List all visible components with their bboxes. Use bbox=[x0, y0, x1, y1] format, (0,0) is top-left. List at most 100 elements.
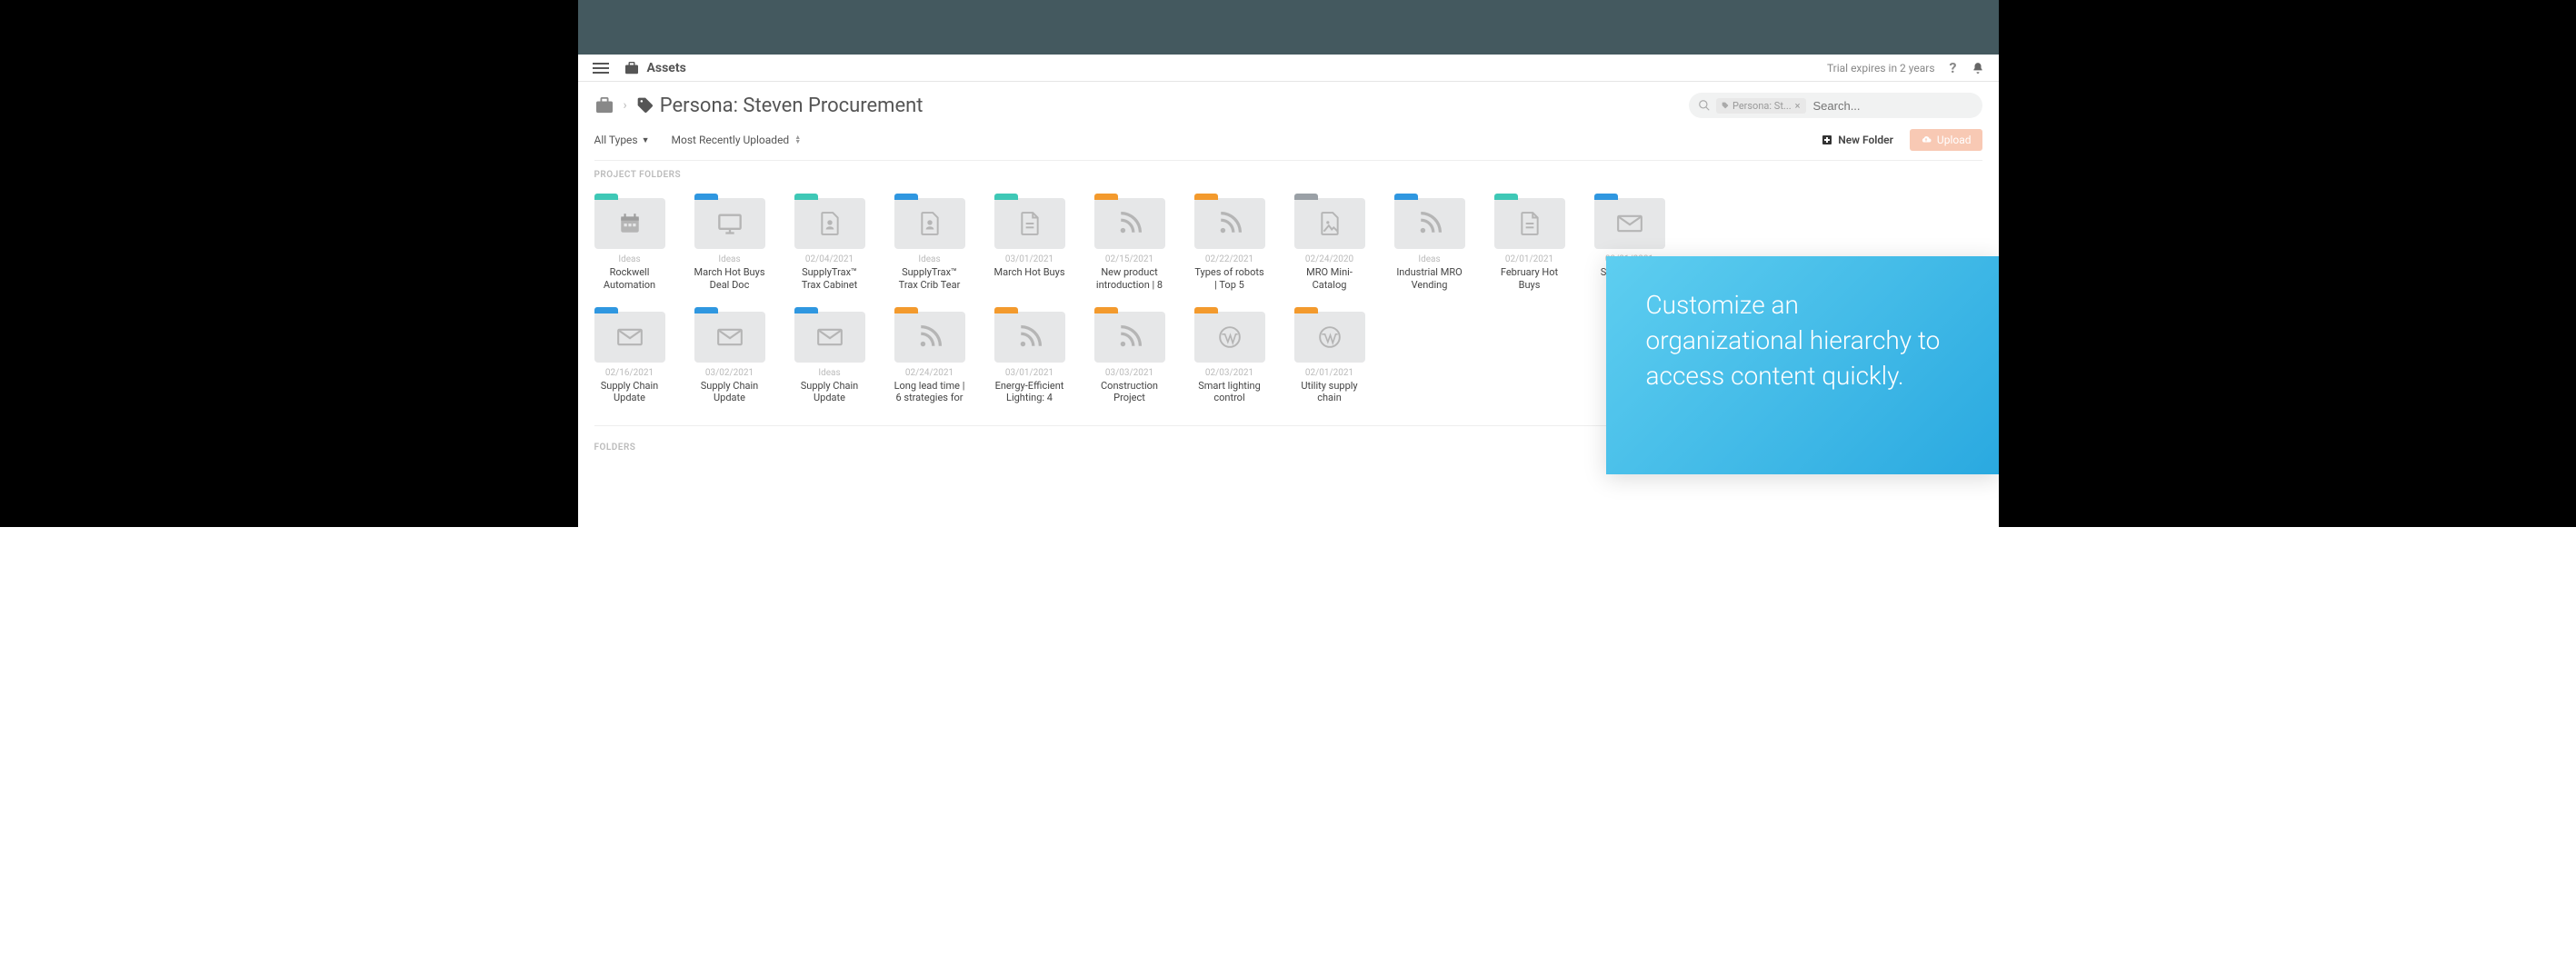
folder-card[interactable]: 02/24/2021Long lead time | 6 strategies … bbox=[894, 312, 965, 405]
wp-icon bbox=[1318, 325, 1342, 349]
folder-title: Construction Project bbox=[1094, 380, 1165, 405]
folder-meta: 03/01/2021 bbox=[994, 254, 1065, 264]
folder-tab bbox=[594, 307, 618, 313]
folder-tab bbox=[994, 307, 1018, 313]
page-app-title: Assets bbox=[647, 61, 686, 75]
folder-card[interactable]: Ideas March Hot Buys Deal Doc bbox=[694, 198, 765, 292]
folder-title: New product introduction | 8 bbox=[1094, 266, 1165, 292]
folder-icon bbox=[1194, 312, 1265, 363]
folder-card[interactable]: 03/02/2021 Supply Chain Update bbox=[694, 312, 765, 405]
chip-close-icon[interactable]: × bbox=[1795, 100, 1801, 112]
doc-user-icon bbox=[920, 212, 940, 235]
folder-icon bbox=[794, 312, 865, 363]
folder-icon bbox=[1194, 198, 1265, 249]
filter-bar: All Types ▼ Most Recently Uploaded ▲▼ Ne… bbox=[578, 125, 1999, 160]
folder-meta: 02/22/2021 bbox=[1194, 254, 1265, 264]
folder-tab bbox=[1494, 194, 1518, 200]
rss-icon bbox=[1418, 212, 1442, 235]
folder-icon bbox=[994, 312, 1065, 363]
folder-meta: 02/15/2021 bbox=[1094, 254, 1165, 264]
folder-icon bbox=[1594, 198, 1665, 249]
folder-card[interactable]: 03/01/2021March Hot Buys bbox=[994, 198, 1065, 292]
sort-icon: ▲▼ bbox=[794, 135, 801, 144]
folder-title: Utility supply chain bbox=[1294, 380, 1365, 405]
folder-card[interactable]: IdeasSupply Chain Update bbox=[794, 312, 865, 405]
folder-icon bbox=[1394, 198, 1465, 249]
rss-icon bbox=[1118, 212, 1142, 235]
folder-meta: Ideas bbox=[694, 254, 765, 264]
folder-meta: 02/24/2020 bbox=[1294, 254, 1365, 264]
search-input[interactable] bbox=[1813, 99, 1973, 113]
folder-tab bbox=[1294, 307, 1318, 313]
folder-icon bbox=[1294, 198, 1365, 249]
folder-title: March Hot Buys Deal Doc bbox=[694, 266, 765, 292]
rss-icon bbox=[1018, 325, 1042, 349]
doc-icon bbox=[1020, 212, 1040, 235]
folder-tab bbox=[794, 307, 818, 313]
project-folders-label: PROJECT FOLDERS bbox=[578, 164, 1999, 189]
folder-icon bbox=[1094, 198, 1165, 249]
folder-meta: 02/01/2021 bbox=[1294, 368, 1365, 378]
folder-card[interactable]: 02/01/2021 Utility supply chain bbox=[1294, 312, 1365, 405]
folder-card[interactable]: 02/24/2020MRO Mini-Catalog bbox=[1294, 198, 1365, 292]
search-bar[interactable]: Persona: St... × bbox=[1689, 93, 1982, 118]
tag-icon bbox=[636, 96, 654, 114]
new-folder-label: New Folder bbox=[1838, 134, 1893, 146]
folder-icon bbox=[1294, 312, 1365, 363]
monitor-icon bbox=[717, 213, 743, 234]
calendar-icon bbox=[618, 212, 642, 235]
briefcase-home-icon[interactable] bbox=[594, 97, 614, 114]
upload-button[interactable]: Upload bbox=[1910, 129, 1982, 151]
folder-meta: Ideas bbox=[1394, 254, 1465, 264]
folder-meta: 02/03/2021 bbox=[1194, 368, 1265, 378]
help-icon[interactable]: ? bbox=[1950, 59, 1957, 76]
folder-title: SupplyTrax™ Trax Crib Tear bbox=[894, 266, 965, 292]
folder-card[interactable]: 02/01/2021February Hot Buys bbox=[1494, 198, 1565, 292]
folder-icon bbox=[794, 198, 865, 249]
folder-meta: Ideas bbox=[794, 368, 865, 378]
folder-tab bbox=[994, 194, 1018, 200]
folder-title: Rockwell Automation bbox=[594, 266, 665, 292]
folder-icon bbox=[594, 312, 665, 363]
menu-icon[interactable] bbox=[593, 63, 609, 74]
sort-filter[interactable]: Most Recently Uploaded ▲▼ bbox=[672, 134, 802, 146]
folder-card[interactable]: 02/03/2021 Smart lighting control systems… bbox=[1194, 312, 1265, 405]
upload-label: Upload bbox=[1937, 134, 1972, 146]
folder-card[interactable]: 02/16/2021Supply Chain Update bbox=[594, 312, 665, 405]
folder-card[interactable]: IdeasRockwell Automation bbox=[594, 198, 665, 292]
folder-tab bbox=[1594, 194, 1618, 200]
filter-chip[interactable]: Persona: St... × bbox=[1716, 98, 1806, 114]
folder-meta: Ideas bbox=[894, 254, 965, 264]
folder-tab bbox=[1194, 194, 1218, 200]
new-folder-button[interactable]: New Folder bbox=[1822, 134, 1893, 146]
folder-card[interactable]: Ideas SupplyTrax™ Trax Crib Tear bbox=[894, 198, 965, 292]
search-icon bbox=[1698, 99, 1711, 112]
folder-meta: 03/01/2021 bbox=[994, 368, 1065, 378]
mail-icon bbox=[817, 328, 843, 346]
folder-card[interactable]: IdeasIndustrial MRO Vending bbox=[1394, 198, 1465, 292]
folder-meta: 03/02/2021 bbox=[694, 368, 765, 378]
folder-tab bbox=[1094, 307, 1118, 313]
doc-icon bbox=[1520, 212, 1540, 235]
folder-title: Long lead time | 6 strategies for bbox=[894, 380, 965, 405]
sort-filter-label: Most Recently Uploaded bbox=[672, 134, 790, 146]
folder-meta: 02/01/2021 bbox=[1494, 254, 1565, 264]
type-filter[interactable]: All Types ▼ bbox=[594, 134, 650, 146]
folder-card[interactable]: 02/04/2021SupplyTrax™ Trax Cabinet bbox=[794, 198, 865, 292]
help-tooltip: Customize an organizational hierarchy to… bbox=[1606, 256, 1999, 474]
folder-title: Supply Chain Update bbox=[694, 380, 765, 405]
folder-card[interactable]: 03/01/2021 Energy-Efficient Lighting: 4 w… bbox=[994, 312, 1065, 405]
folder-meta: 02/04/2021 bbox=[794, 254, 865, 264]
folder-card[interactable]: 03/03/2021Construction Project bbox=[1094, 312, 1165, 405]
mail-icon bbox=[717, 328, 743, 346]
doc-user-icon bbox=[820, 212, 840, 235]
folder-tab bbox=[594, 194, 618, 200]
type-filter-label: All Types bbox=[594, 134, 638, 146]
folder-title: Smart lighting control systems | bbox=[1194, 380, 1265, 405]
folder-card[interactable]: 02/15/2021 New product introduction | 8 bbox=[1094, 198, 1165, 292]
folder-card[interactable]: 02/22/2021 Types of robots | Top 5 bbox=[1194, 198, 1265, 292]
folder-title: Energy-Efficient Lighting: 4 ways bbox=[994, 380, 1065, 405]
bell-icon[interactable] bbox=[1972, 61, 1984, 75]
folder-title: Types of robots | Top 5 bbox=[1194, 266, 1265, 292]
folder-tab bbox=[1094, 194, 1118, 200]
